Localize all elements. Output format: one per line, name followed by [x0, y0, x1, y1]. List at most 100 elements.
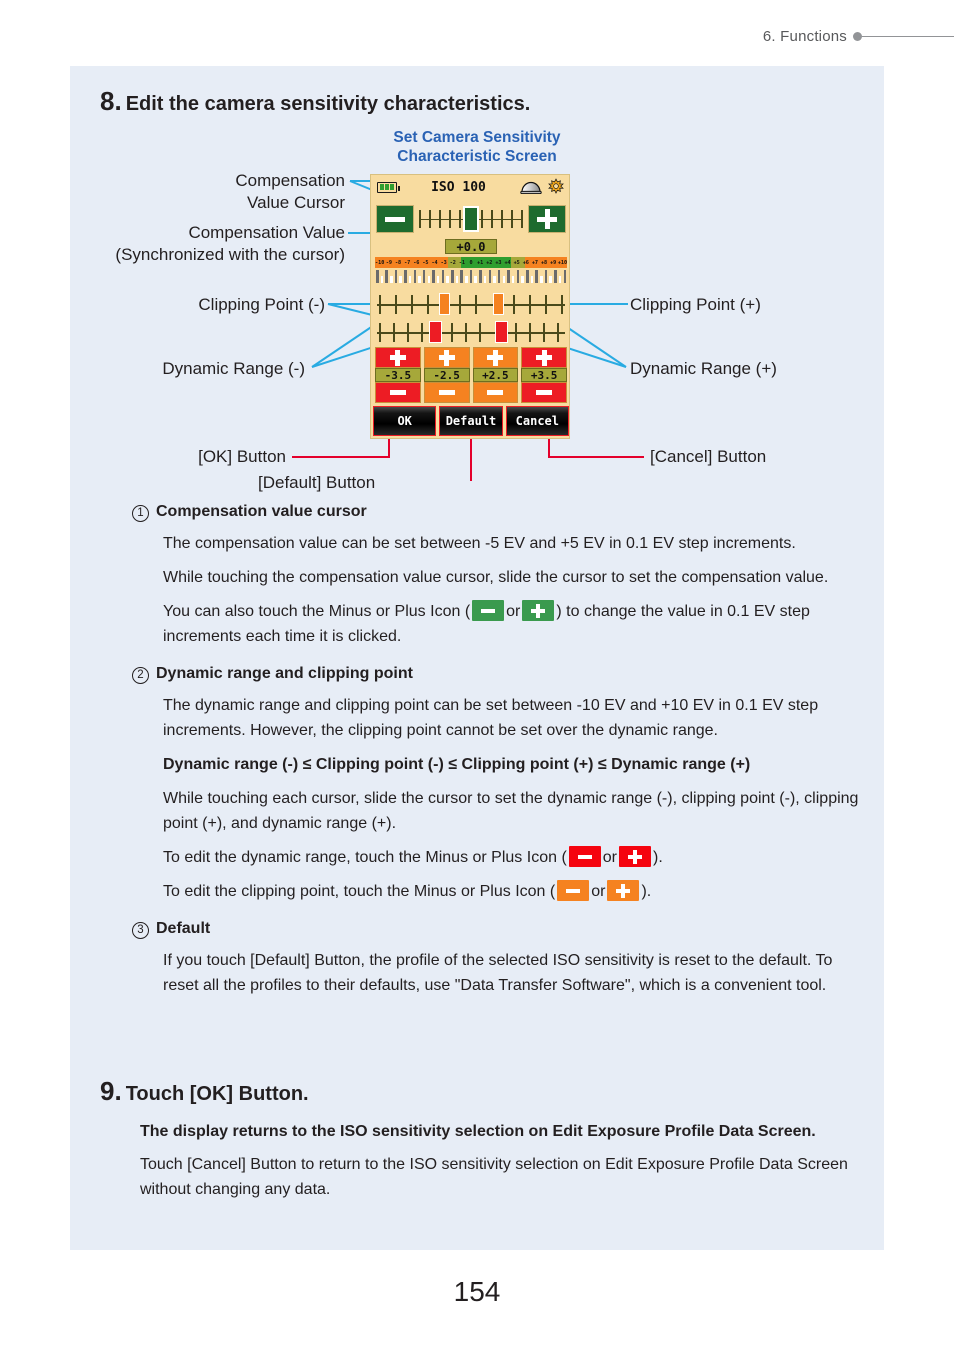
content-panel: 8. Edit the camera sensitivity character…: [70, 66, 884, 1250]
leader-line-4a: [311, 324, 374, 368]
figure-caption-line-1: Set Camera Sensitivity: [393, 129, 561, 146]
compensation-value-display: +0.0: [445, 239, 497, 254]
item-1-marker: 1: [132, 505, 149, 522]
ok-button[interactable]: OK: [373, 406, 437, 436]
plus-icon-green: [522, 600, 555, 621]
battery-icon: [377, 181, 400, 193]
leader-red-cancel-h: [548, 456, 644, 458]
dr-plus-plus-button[interactable]: [521, 347, 567, 368]
dynamic-range-ruler[interactable]: [377, 321, 565, 343]
figure-diagram: Compensation Value Cursor Compensation V…: [70, 166, 884, 492]
step-8-title: Edit the camera sensitivity characterist…: [125, 93, 531, 115]
item-2-heading: 2 Dynamic range and clipping point: [132, 665, 872, 684]
callout-compensation-value: Compensation Value (Synchronized with th…: [115, 223, 345, 264]
clipping-point-ruler[interactable]: [377, 293, 565, 315]
cp-plus-minus-button[interactable]: [472, 382, 519, 403]
step-9-number: 9.: [100, 1076, 122, 1106]
gear-icon: [548, 178, 564, 194]
numbered-items: 1 Compensation value cursor The compensa…: [132, 503, 872, 998]
stepper-dynamic-range-plus: +3.5: [521, 347, 567, 405]
cp-pre-text: To edit the clipping point, touch the Mi…: [163, 883, 556, 900]
item-2-bold-rule: Dynamic range (-) ≤ Clipping point (-) ≤…: [163, 756, 751, 773]
chapter-label: 6. Functions: [762, 28, 847, 45]
item-1-paragraph-3: You can also touch the Minus or Plus Ico…: [163, 599, 872, 649]
callout-compensation-value-cursor: Compensation Value Cursor: [235, 171, 345, 212]
graph-bars: [375, 268, 567, 283]
step-9-body: The display returns to the ISO sensitivi…: [132, 1111, 892, 1202]
cp-minus-minus-button[interactable]: [423, 382, 470, 403]
cancel-button[interactable]: Cancel: [505, 406, 569, 436]
plus-icon-red: [619, 846, 651, 867]
dr-pre-text: To edit the dynamic range, touch the Min…: [163, 849, 567, 866]
item-1-paragraph-2: While touching the compensation value cu…: [163, 569, 829, 586]
item-1-pre-text: You can also touch the Minus or Plus Ico…: [163, 603, 471, 620]
item-3-heading: 3 Default: [132, 920, 872, 939]
item-2-marker: 2: [132, 667, 149, 684]
item-3-title: Default: [156, 920, 211, 937]
callout-dynamic-range-plus: Dynamic Range (+): [630, 359, 777, 378]
leader-red-ok-v: [388, 439, 390, 457]
item-1-title: Compensation value cursor: [156, 503, 367, 520]
header-dot-icon: [853, 32, 862, 41]
step-9-text: Touch [Cancel] Button to return to the I…: [140, 1156, 848, 1198]
stepper-group: -3.5 -2.5 +2.5 +3.5: [375, 347, 567, 405]
callout-default-button: [Default] Button: [258, 473, 376, 492]
item-3-paragraph-1: If you touch [Default] Button, the profi…: [163, 952, 833, 994]
graph-scale-labels: -10 -9 -8 -7 -6 -5 -4 -3 -2 -1 0 +1 +2 +3 +4 +5 …: [375, 259, 568, 266]
dr-post-text: ).: [653, 849, 663, 866]
callout-ok-button: [OK] Button: [198, 447, 286, 466]
step-9-heading: 9. Touch [OK] Button.: [100, 1076, 309, 1107]
plus-icon-orange: [607, 880, 640, 901]
item-2-clipping-point-line: To edit the clipping point, touch the Mi…: [163, 879, 872, 904]
device-screen: ISO 100 +0.0 -10 -9 -8 -7 -6 -5 -4 -3 -2…: [370, 174, 570, 439]
callout-clipping-point-plus: Clipping Point (+): [630, 295, 761, 314]
dr-plus-minus-button[interactable]: [521, 382, 567, 403]
dome-lens-icon: [520, 181, 542, 194]
figure-caption: Set Camera Sensitivity Characteristic Sc…: [70, 128, 884, 166]
default-button[interactable]: Default: [439, 406, 503, 436]
device-status-bar: ISO 100: [371, 175, 571, 199]
dr-minus-value: -3.5: [375, 368, 421, 382]
compensation-minus-button[interactable]: [376, 205, 414, 233]
cp-minus-plus-button[interactable]: [423, 347, 470, 368]
dr-mid-text: or: [602, 849, 617, 866]
cp-post-text: ).: [641, 883, 652, 900]
item-1-heading: 1 Compensation value cursor: [132, 503, 872, 522]
cp-minus-value: -2.5: [423, 368, 470, 382]
stepper-clipping-point-plus: +2.5: [472, 347, 519, 405]
compensation-slider-row: [371, 201, 571, 237]
leader-red-ok-h: [292, 456, 390, 458]
item-2-dynamic-range-line: To edit the dynamic range, touch the Min…: [163, 845, 872, 870]
callout-dynamic-range-minus: Dynamic Range (-): [162, 359, 305, 378]
item-1-mid-text: or: [506, 603, 521, 620]
step-8-heading: 8. Edit the camera sensitivity character…: [100, 86, 530, 117]
callout-clipping-point-minus: Clipping Point (-): [198, 295, 325, 314]
running-header: 6. Functions: [0, 28, 954, 52]
cp-mid-text: or: [591, 883, 606, 900]
clipping-point-minus-cursor[interactable]: [439, 293, 450, 315]
figure-caption-line-2: Characteristic Screen: [397, 148, 557, 165]
minus-icon-red: [568, 846, 601, 867]
iso-label: ISO 100: [431, 179, 486, 195]
leader-red-cancel-v: [548, 439, 550, 457]
item-2-paragraph-2: While touching each cursor, slide the cu…: [163, 790, 859, 832]
compensation-track[interactable]: [419, 206, 523, 232]
step-8-number: 8.: [100, 86, 122, 116]
item-1-paragraph-1: The compensation value can be set betwee…: [163, 535, 796, 552]
leader-red-default-v: [470, 439, 472, 481]
stepper-dynamic-range-minus: -3.5: [375, 347, 421, 405]
compensation-value-cursor[interactable]: [463, 206, 479, 232]
dr-plus-value: +3.5: [521, 368, 567, 382]
compensation-plus-button[interactable]: [528, 205, 566, 233]
stepper-clipping-point-minus: -2.5: [423, 347, 470, 405]
dr-minus-plus-button[interactable]: [375, 347, 421, 368]
item-3-marker: 3: [132, 922, 149, 939]
minus-icon-orange: [557, 880, 590, 901]
page-number: 154: [453, 1276, 501, 1307]
sensitivity-graph: -10 -9 -8 -7 -6 -5 -4 -3 -2 -1 0 +1 +2 +3 +4 +5 …: [375, 257, 567, 289]
cp-plus-plus-button[interactable]: [472, 347, 519, 368]
dr-minus-minus-button[interactable]: [375, 382, 421, 403]
clipping-point-plus-cursor[interactable]: [493, 293, 504, 315]
dynamic-range-plus-cursor[interactable]: [495, 321, 508, 343]
dynamic-range-minus-cursor[interactable]: [429, 321, 442, 343]
